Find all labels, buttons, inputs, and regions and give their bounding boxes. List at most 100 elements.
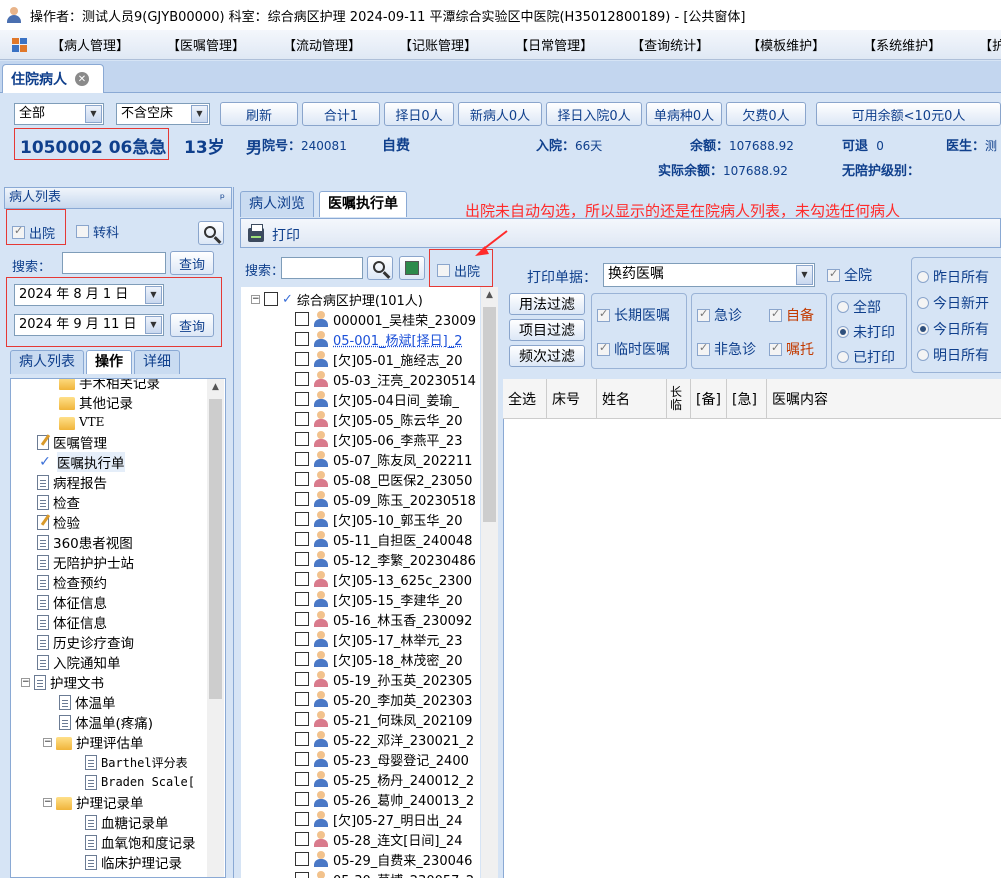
tree-item[interactable]: 病程报告 xyxy=(37,472,107,492)
patient-list-item[interactable]: [欠]05-05_陈云华_20 xyxy=(295,409,462,429)
transfer-checkbox[interactable] xyxy=(76,225,89,238)
patient-checkbox[interactable] xyxy=(295,572,309,586)
print-form-select[interactable]: 换药医嘱 ▼ xyxy=(603,263,815,287)
date-from-picker[interactable]: 2024 年 8 月 1 日 ▼ xyxy=(14,284,164,306)
tab-inpatient[interactable]: 住院病人 ✕ xyxy=(2,64,104,93)
tree-item[interactable]: 体温单(疼痛) xyxy=(59,712,153,732)
patient-list-item[interactable]: [欠]05-10_郭玉华_20 xyxy=(295,509,462,529)
non-emergency-checkbox[interactable] xyxy=(697,341,710,356)
patient-checkbox[interactable] xyxy=(295,612,309,626)
patient-checkbox[interactable] xyxy=(295,872,309,878)
patient-list-item[interactable]: 05-29_自费来_230046 xyxy=(295,849,472,869)
select-all-column[interactable]: 全选 xyxy=(503,379,547,419)
tree-item[interactable]: 临床护理记录 xyxy=(85,852,182,872)
usage-filter-button[interactable]: 用法过滤 xyxy=(509,293,585,315)
patient-checkbox[interactable] xyxy=(295,492,309,506)
collapse-icon[interactable]: − xyxy=(43,737,52,747)
patient-list-item[interactable]: 05-28_连文[日间]_24 xyxy=(295,829,462,849)
patient-checkbox[interactable] xyxy=(295,512,309,526)
order-content-column[interactable]: 医嘱内容 xyxy=(767,379,1001,419)
name-column[interactable]: 姓名 xyxy=(597,379,667,419)
urgent-column[interactable]: [急] xyxy=(727,379,767,419)
patient-checkbox[interactable] xyxy=(295,652,309,666)
temporary-checkbox[interactable] xyxy=(597,341,610,356)
patient-list-item[interactable]: [欠]05-06_李燕平_23 xyxy=(295,429,462,449)
mid-discharge-row[interactable]: 出院 xyxy=(437,261,480,280)
today-all-radio[interactable] xyxy=(917,323,929,335)
tree-item[interactable]: 体温单 xyxy=(59,692,116,712)
patient-list-item[interactable]: 05-23_母婴登记_2400 xyxy=(295,749,469,769)
tab-patient-browse[interactable]: 病人浏览 xyxy=(240,191,314,217)
transfer-checkbox-row[interactable]: 转科 xyxy=(76,222,119,241)
chevron-down-icon[interactable]: ▼ xyxy=(796,265,813,285)
patient-checkbox[interactable] xyxy=(295,472,309,486)
patient-list-item[interactable]: [欠]05-27_明日出_24 xyxy=(295,809,462,829)
today-new-row[interactable]: 今日新开 xyxy=(917,293,989,313)
menu-nursing[interactable]: 【护理 xyxy=(965,35,1001,54)
menu-template-maintenance[interactable]: 【模板维护】 xyxy=(733,35,839,54)
scroll-up-icon[interactable]: ▲ xyxy=(481,287,498,304)
patient-list-item[interactable]: [欠]05-18_林茂密_20 xyxy=(295,649,462,669)
scheduled-day-button[interactable]: 择日0人 xyxy=(384,102,454,126)
chevron-down-icon[interactable]: ▼ xyxy=(191,105,208,123)
patient-list-item[interactable]: 05-03_汪亮_20230514 xyxy=(295,369,476,389)
tree-item[interactable]: − 护理评估单 xyxy=(43,732,144,752)
new-patient-button[interactable]: 新病人0人 xyxy=(458,102,542,126)
patient-list-item[interactable]: 05-26_葛帅_240013_2 xyxy=(295,789,474,809)
patient-checkbox[interactable] xyxy=(295,712,309,726)
tab-order-execution[interactable]: 医嘱执行单 xyxy=(319,191,407,217)
collapse-icon[interactable]: − xyxy=(251,294,260,304)
pin-icon[interactable]: ᵖ xyxy=(220,188,225,208)
menu-flow-management[interactable]: 【流动管理】 xyxy=(269,35,375,54)
tree-item[interactable]: 检查预约 xyxy=(37,572,107,592)
patient-list-item[interactable]: 05-22_邓洋_230021_2 xyxy=(295,729,474,749)
menu-daily-management[interactable]: 【日常管理】 xyxy=(501,35,607,54)
patient-list-item[interactable]: [欠]05-04日间_姜瑜_ xyxy=(295,389,459,409)
menu-order-management[interactable]: 【医嘱管理】 xyxy=(153,35,259,54)
temporary-row[interactable]: 临时医嘱 xyxy=(597,339,670,359)
patient-list-item[interactable]: 000001_吴桂荣_23009 xyxy=(295,309,476,329)
all-ward-row[interactable]: 全院 xyxy=(827,265,872,285)
patient-list-item[interactable]: 05-09_陈玉_20230518 xyxy=(295,489,476,509)
collapse-icon[interactable]: − xyxy=(43,797,52,807)
patient-list-scrollbar[interactable]: ▲ xyxy=(481,287,498,878)
patient-list-item[interactable]: 05-16_林玉香_230092 xyxy=(295,609,472,629)
tomorrow-all-radio[interactable] xyxy=(917,349,929,361)
tree-item[interactable]: 血糖记录单 xyxy=(85,812,169,832)
emergency-checkbox[interactable] xyxy=(697,307,710,322)
single-disease-button[interactable]: 单病种0人 xyxy=(646,102,722,126)
ward-select[interactable]: 全部 ▼ xyxy=(14,103,104,125)
tree-item[interactable]: 其他记录 xyxy=(59,392,133,412)
tree-item[interactable]: 历史诊疗查询 xyxy=(37,632,134,652)
patient-list-item[interactable]: 05-19_孙玉英_202305 xyxy=(295,669,472,689)
status-unprinted-radio[interactable] xyxy=(837,326,849,338)
ward-root-node[interactable]: − ✓ 综合病区护理(101人) xyxy=(251,289,423,309)
patient-checkbox[interactable] xyxy=(295,432,309,446)
patient-checkbox[interactable] xyxy=(295,532,309,546)
menu-query-statistics[interactable]: 【查询统计】 xyxy=(617,35,723,54)
long-term-checkbox[interactable] xyxy=(597,307,610,322)
status-all-row[interactable]: 全部 xyxy=(837,297,881,317)
patient-search-input[interactable] xyxy=(62,252,166,274)
patient-list-item[interactable]: 05-20_李加英_202303 xyxy=(295,689,472,709)
tab-operation[interactable]: 操作 xyxy=(86,350,132,374)
query-button[interactable]: 查询 xyxy=(170,251,214,275)
ward-root-checkbox[interactable] xyxy=(264,292,278,306)
tree-item[interactable]: 入院通知单 xyxy=(37,652,121,672)
entrust-row[interactable]: 嘱托 xyxy=(769,339,814,359)
menu-billing-management[interactable]: 【记账管理】 xyxy=(385,35,491,54)
bed-select[interactable]: 不含空床 ▼ xyxy=(116,103,210,125)
date-to-picker[interactable]: 2024 年 9 月 11 日 ▼ xyxy=(14,314,164,336)
patient-list-item[interactable]: 05-30_莫博_230057_2 xyxy=(295,869,474,878)
tree-item[interactable]: 360患者视图 xyxy=(37,532,133,552)
mid-discharge-checkbox[interactable] xyxy=(437,264,450,277)
scheduled-admission-button[interactable]: 择日入院0人 xyxy=(546,102,642,126)
yesterday-all-row[interactable]: 昨日所有 xyxy=(917,267,989,287)
item-filter-button[interactable]: 项目过滤 xyxy=(509,319,585,341)
patient-checkbox[interactable] xyxy=(295,632,309,646)
patient-checkbox[interactable] xyxy=(295,692,309,706)
patient-checkbox[interactable] xyxy=(295,412,309,426)
non-emergency-row[interactable]: 非急诊 xyxy=(697,339,756,359)
tree-item[interactable]: 检查 xyxy=(37,492,80,512)
patient-list-item[interactable]: 05-11_自担医_240048 xyxy=(295,529,472,549)
